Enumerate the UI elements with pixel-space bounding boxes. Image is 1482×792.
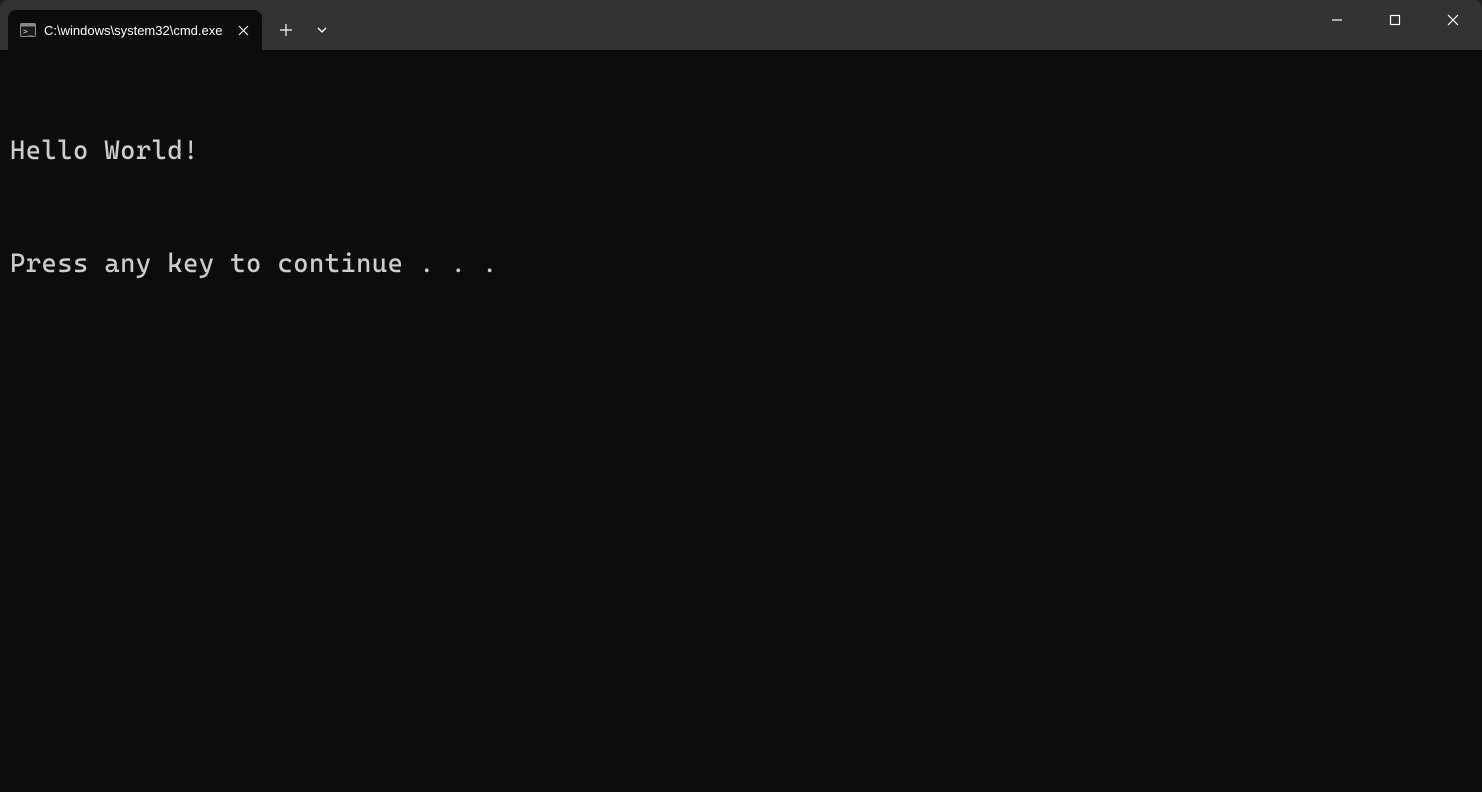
terminal-window: >_ C:\windows\system32\cmd.exe xyxy=(0,0,1482,792)
maximize-button[interactable] xyxy=(1366,0,1424,40)
tab-dropdown-button[interactable] xyxy=(304,12,340,48)
close-button[interactable] xyxy=(1424,0,1482,40)
tabs-area: >_ C:\windows\system32\cmd.exe xyxy=(0,0,1308,50)
terminal-line: Hello World! xyxy=(10,133,1472,171)
window-controls xyxy=(1308,0,1482,50)
terminal-output[interactable]: Hello World! Press any key to continue .… xyxy=(0,50,1482,792)
svg-text:>_: >_ xyxy=(23,27,33,36)
tab-title: C:\windows\system32\cmd.exe xyxy=(44,23,222,38)
minimize-button[interactable] xyxy=(1308,0,1366,40)
titlebar: >_ C:\windows\system32\cmd.exe xyxy=(0,0,1482,50)
new-tab-button[interactable] xyxy=(268,12,304,48)
terminal-icon: >_ xyxy=(20,22,36,38)
tab-active[interactable]: >_ C:\windows\system32\cmd.exe xyxy=(8,10,262,50)
terminal-line: Press any key to continue . . . xyxy=(10,246,1472,284)
tab-close-button[interactable] xyxy=(234,21,252,39)
